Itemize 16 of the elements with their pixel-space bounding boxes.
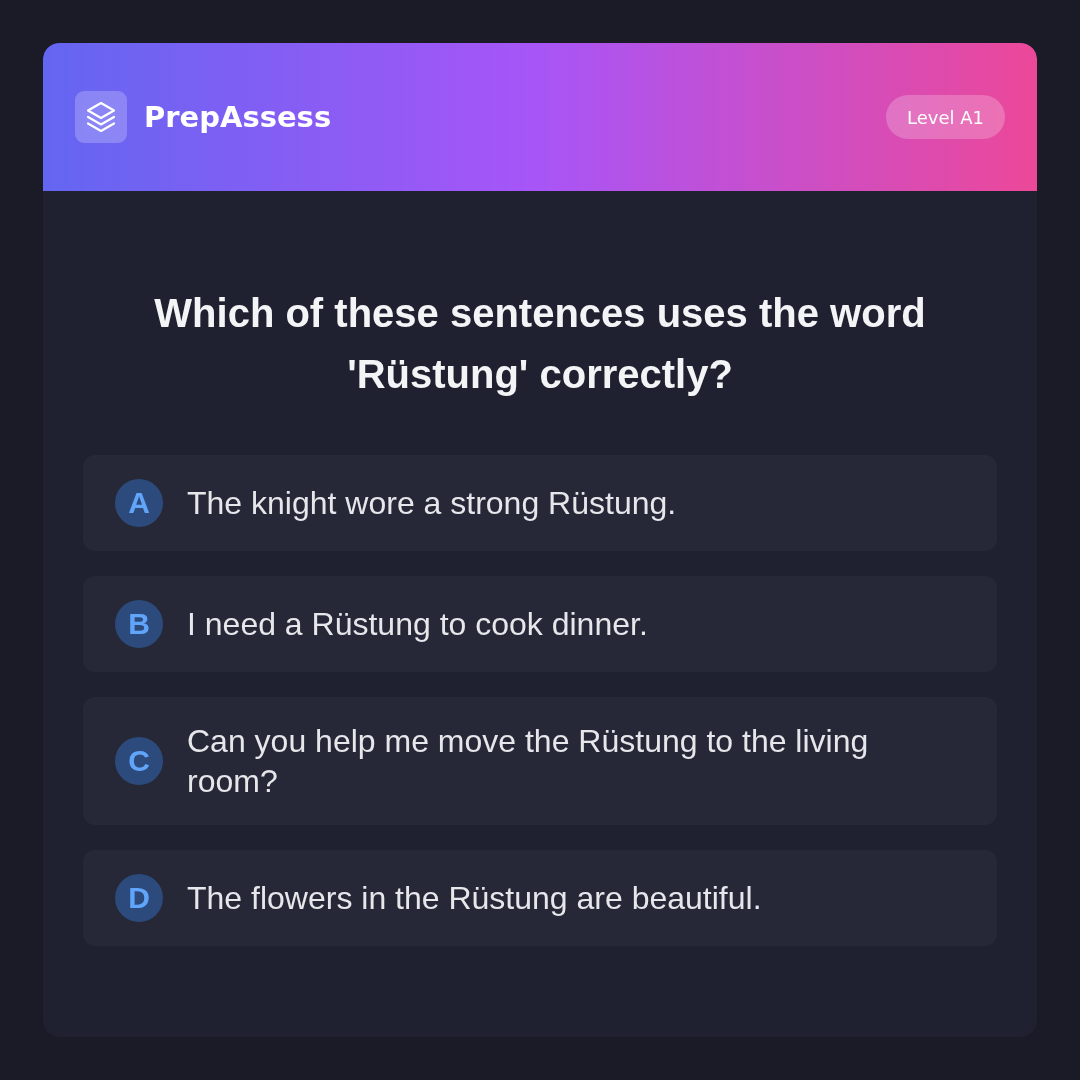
answer-option[interactable]: D The flowers in the Rüstung are beautiful. bbox=[83, 850, 997, 946]
option-text: The knight wore a strong Rüstung. bbox=[187, 484, 677, 523]
option-text: I need a Rüstung to cook dinner. bbox=[187, 605, 648, 644]
option-text: Can you help me move the Rüstung to the living room? bbox=[187, 722, 870, 801]
option-letter: A bbox=[115, 479, 163, 527]
answer-option[interactable]: A The knight wore a strong Rüstung. bbox=[83, 455, 997, 551]
question-text: Which of these sentences uses the word 'Rüstung' correctly? bbox=[153, 290, 927, 398]
option-text: The flowers in the Rüstung are beautiful. bbox=[187, 879, 762, 918]
option-letter: B bbox=[115, 600, 163, 648]
answer-option[interactable]: C Can you help me move the Rüstung to the living room? bbox=[83, 697, 997, 825]
option-letter: D bbox=[115, 874, 163, 922]
answer-option[interactable]: B I need a Rüstung to cook dinner. bbox=[83, 576, 997, 672]
level-badge: Level A1 bbox=[886, 95, 1005, 139]
app-name: PrepAssess bbox=[144, 100, 332, 134]
layers-icon bbox=[75, 91, 127, 143]
option-letter: C bbox=[115, 737, 163, 785]
